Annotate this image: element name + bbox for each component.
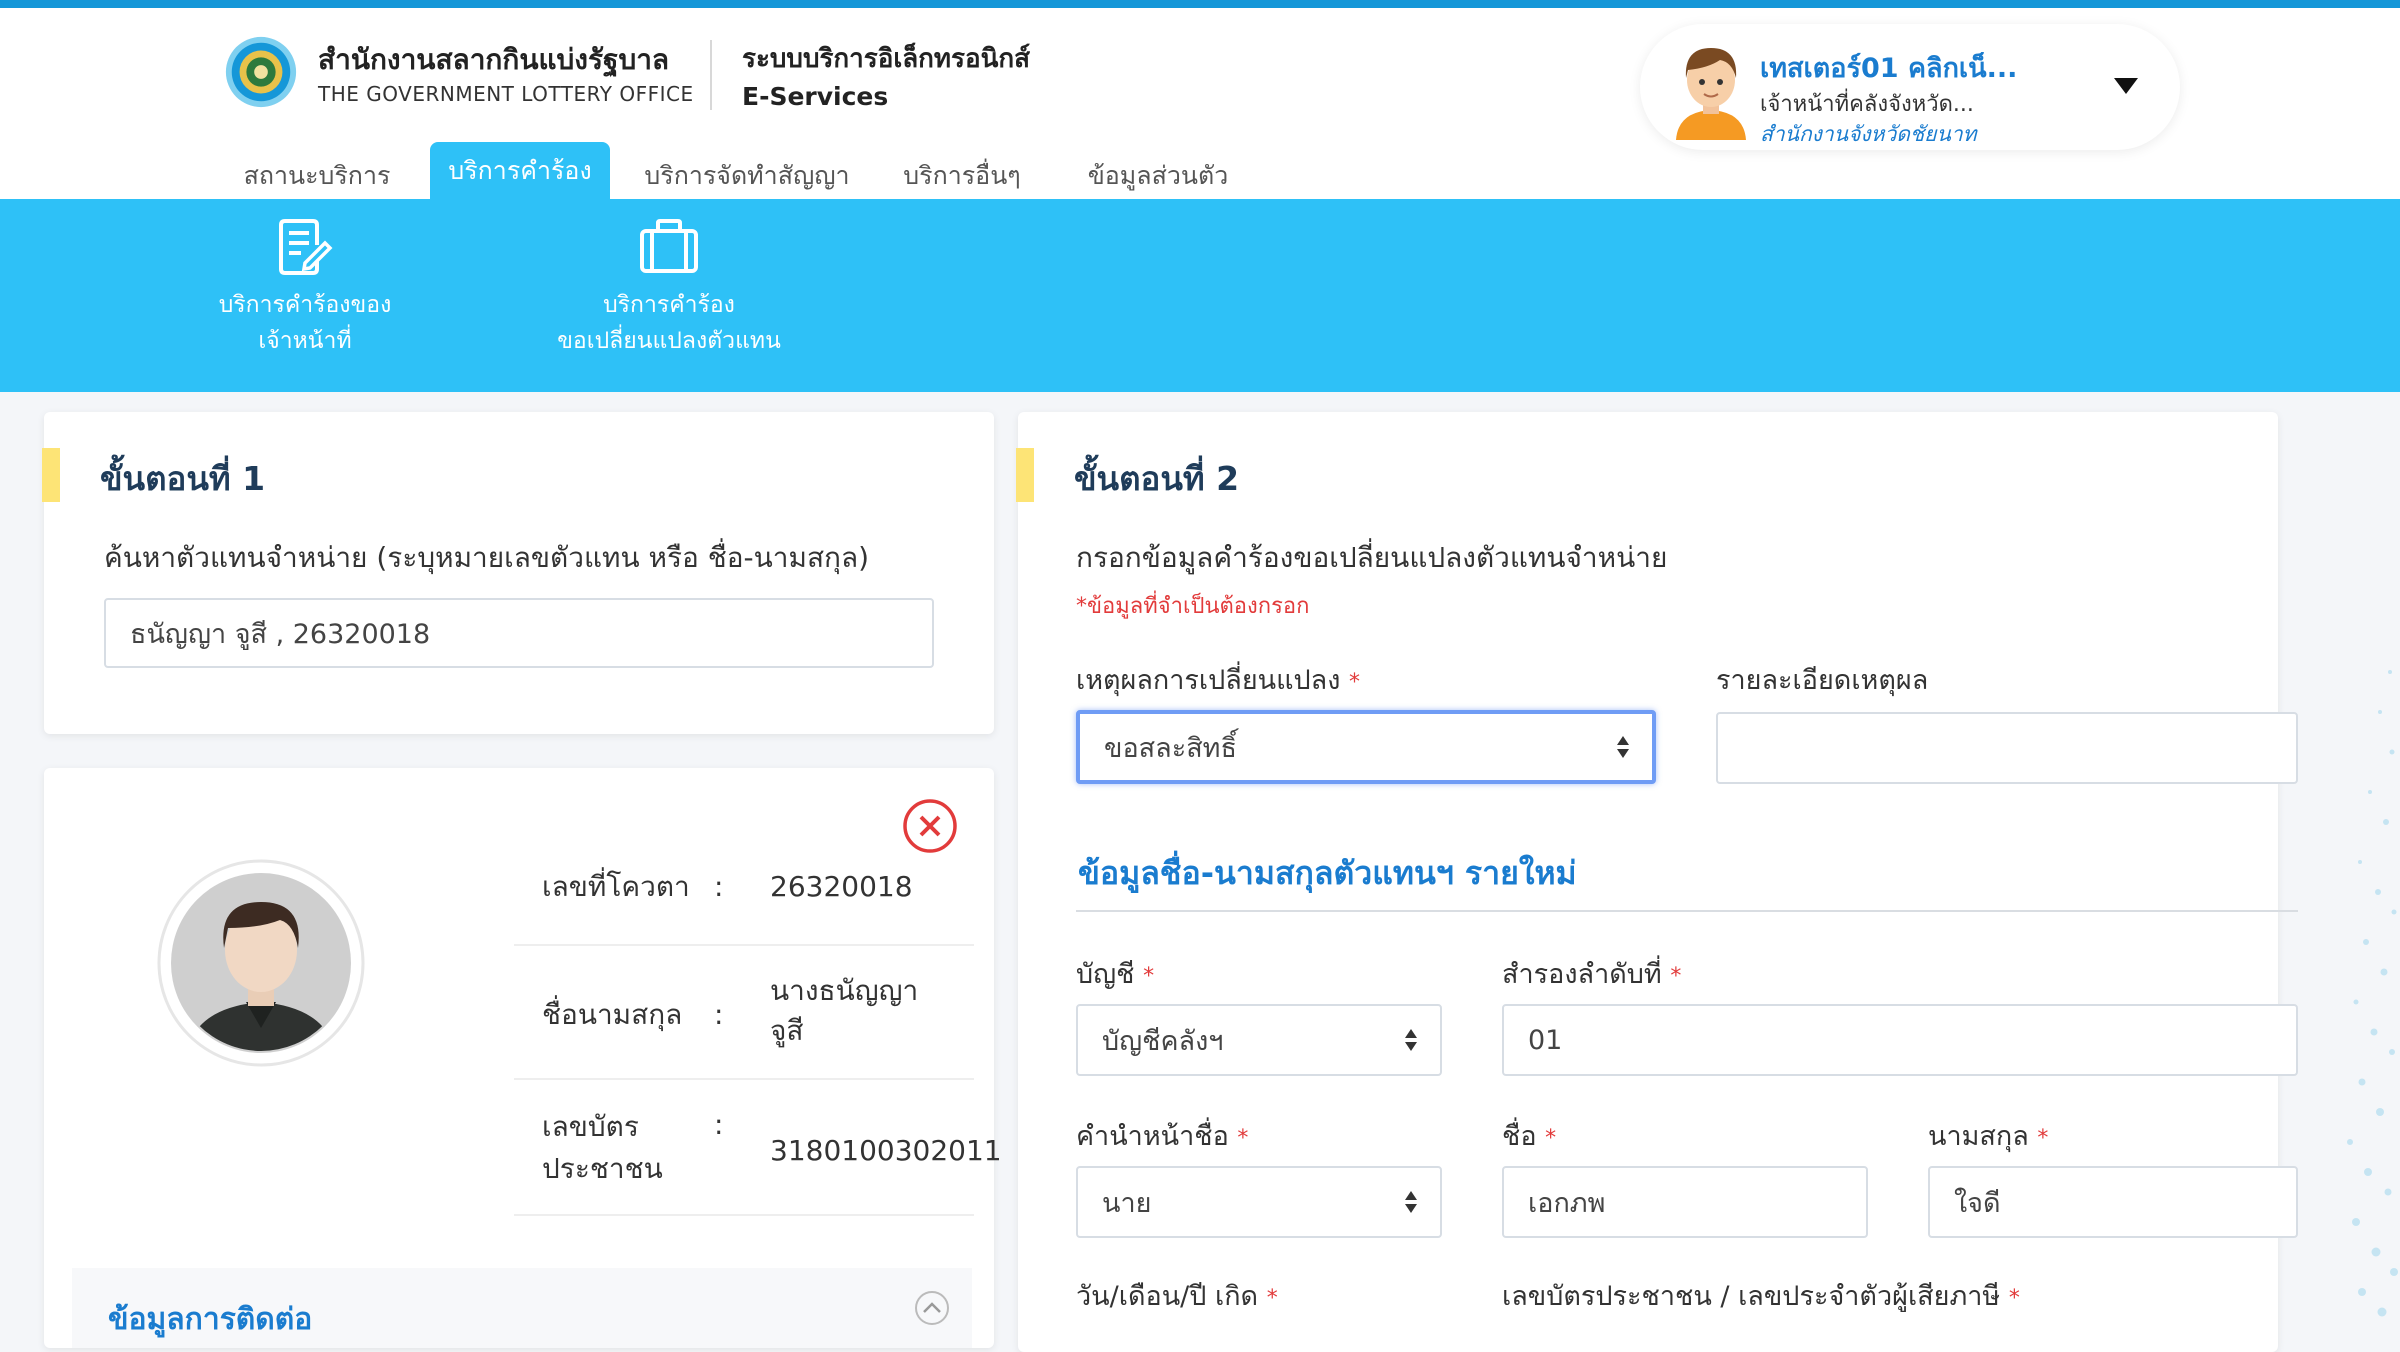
system-name-thai: ระบบบริการอิเล็กทรอนิกส์ — [742, 44, 1030, 74]
name-label: ชื่อนามสกุล — [542, 998, 683, 1031]
account-select-value: บัญชีคลังฯ — [1102, 1025, 1224, 1057]
reserve-order-input[interactable]: 01 — [1502, 1004, 2298, 1076]
prefix-label-text: คำนำหน้าชื่อ — [1076, 1121, 1229, 1152]
firstname-input[interactable]: เอกภพ — [1502, 1166, 1868, 1238]
header-divider — [710, 40, 712, 110]
org-name-thai: สำนักงานสลากกินแบ่งรัฐบาล — [318, 43, 670, 76]
reason-select[interactable]: ขอสละสิทธิ์ — [1076, 710, 1656, 784]
sub-navigation: บริการคำร้องของ เจ้าหน้าที่ บริการคำร้อง… — [0, 199, 2400, 392]
account-label-text: บัญชี — [1076, 959, 1135, 990]
system-name-english: E-Services — [742, 82, 889, 111]
user-avatar — [1676, 48, 1746, 140]
chevron-up-icon[interactable] — [914, 1290, 950, 1326]
idcard-colon: : — [714, 1108, 724, 1141]
step2-card: ขั้นตอนที่ 2 กรอกข้อมูลคำร้องขอเปลี่ยนแป… — [1016, 412, 2298, 1352]
firstname-label-text: ชื่อ — [1502, 1121, 1537, 1152]
prefix-select-value: นาย — [1102, 1187, 1152, 1219]
new-agent-section-title: ข้อมูลชื่อ-นามสกุลตัวแทนฯ รายใหม่ — [1078, 854, 1577, 892]
contact-title: ข้อมูลการติดต่อ — [108, 1302, 313, 1337]
chevron-down-icon[interactable] — [2108, 70, 2144, 100]
user-office: สำนักงานจังหวัดชัยนาท — [1760, 122, 1977, 146]
idcard-tax-required-mark: * — [2008, 1286, 2020, 1311]
prefix-select[interactable]: นาย — [1076, 1166, 1442, 1238]
agent-info-card: เลขที่โควตา : 26320018 ชื่อนามสกุล : นาง… — [44, 768, 1002, 1348]
step1-card: ขั้นตอนที่ 1 ค้นหาตัวแทนจำหน่าย (ระบุหมา… — [42, 412, 994, 734]
section-divider — [1076, 910, 2298, 912]
quota-label: เลขที่โควตา — [542, 870, 690, 903]
step1-marker — [42, 448, 60, 502]
prefix-required-mark: * — [1237, 1126, 1249, 1151]
search-label: ค้นหาตัวแทนจำหน่าย (ระบุหมายเลขตัวแทน หร… — [104, 541, 870, 574]
name-colon: : — [714, 998, 724, 1031]
subnav-change-agent-line2: ขอเปลี่ยนแปลงตัวแทน — [557, 328, 781, 354]
idcard-value: 3180100302011 — [770, 1134, 1002, 1167]
contact-section-header[interactable]: ข้อมูลการติดต่อ — [72, 1268, 972, 1348]
lastname-label: นามสกุล * — [1928, 1114, 2048, 1157]
idcard-row: เลขบัตร ประชาชน : 3180100302011 — [514, 1082, 1002, 1216]
quota-colon: : — [714, 870, 724, 903]
dob-label: วัน/เดือน/ปี เกิด * — [1076, 1274, 1278, 1317]
tab-service-status[interactable]: สถานะบริการ — [222, 152, 412, 200]
name-row: ชื่อนามสกุล : นางธนัญญา จูสี — [514, 948, 974, 1080]
subnav-staff-petition[interactable]: บริการคำร้องของ เจ้าหน้าที่ — [200, 217, 410, 359]
tab-other-services[interactable]: บริการอื่นๆ — [882, 152, 1042, 200]
step2-marker — [1016, 448, 1034, 502]
briefcase-icon — [640, 219, 698, 273]
select-arrows-icon — [1405, 1191, 1417, 1213]
user-profile-card[interactable]: เทสเตอร์01 คลิกเน็... เจ้าหน้าที่คลังจัง… — [1640, 24, 2180, 150]
reason-select-value: ขอสละสิทธิ์ — [1104, 732, 1237, 764]
dob-label-text: วัน/เดือน/ปี เกิด — [1076, 1281, 1259, 1312]
lottery-office-logo — [225, 36, 297, 108]
reason-required-mark: * — [1349, 670, 1360, 695]
tab-contract-services[interactable]: บริการจัดทำสัญญา — [632, 152, 862, 200]
step2-subtitle: กรอกข้อมูลคำร้องขอเปลี่ยนแปลงตัวแทนจำหน่… — [1076, 541, 1668, 574]
document-edit-icon — [279, 219, 333, 275]
quota-row: เลขที่โควตา : 26320018 — [514, 828, 974, 946]
header: สำนักงานสลากกินแบ่งรัฐบาล THE GOVERNMENT… — [0, 8, 2400, 200]
step1-title: ขั้นตอนที่ 1 — [100, 459, 266, 498]
subnav-change-agent-line1: บริการคำร้อง — [603, 292, 735, 318]
idcard-label-line2: ประชาชน — [542, 1152, 663, 1185]
lastname-required-mark: * — [2037, 1126, 2049, 1151]
reserve-label-text: สำรองลำดับที่ — [1502, 959, 1662, 990]
reserve-label: สำรองลำดับที่ * — [1502, 952, 1681, 995]
lastname-input[interactable]: ใจดี — [1928, 1166, 2298, 1238]
select-arrows-icon — [1405, 1029, 1417, 1051]
top-accent-line — [0, 0, 2400, 8]
step2-title: ขั้นตอนที่ 2 — [1074, 459, 1240, 498]
idcard-tax-label-text: เลขบัตรประชาชน / เลขประจำตัวผู้เสียภาษี — [1502, 1281, 2001, 1312]
subnav-staff-petition-line2: เจ้าหน้าที่ — [258, 328, 352, 354]
name-value-line1: นางธนัญญา — [770, 974, 919, 1007]
reserve-required-mark: * — [1670, 964, 1682, 989]
subnav-staff-petition-line1: บริการคำร้องของ — [218, 292, 392, 318]
agent-search-input[interactable]: ธนัญญา จูสี , 26320018 — [104, 598, 934, 668]
reason-detail-input[interactable] — [1716, 712, 2298, 784]
decorative-dot-pattern — [2347, 670, 2398, 1317]
user-role: เจ้าหน้าที่คลังจังหวัด... — [1760, 92, 1974, 117]
name-value-line2: จูสี — [770, 1014, 804, 1047]
required-note: *ข้อมูลที่จำเป็นต้องกรอก — [1076, 594, 1310, 619]
select-arrows-icon — [1617, 736, 1629, 758]
agent-photo — [157, 859, 365, 1067]
firstname-label: ชื่อ * — [1502, 1114, 1556, 1157]
prefix-label: คำนำหน้าชื่อ * — [1076, 1114, 1248, 1157]
reason-label: เหตุผลการเปลี่ยนแปลง * — [1076, 658, 1360, 701]
idcard-tax-label: เลขบัตรประชาชน / เลขประจำตัวผู้เสียภาษี … — [1502, 1274, 2020, 1317]
org-name-english: THE GOVERNMENT LOTTERY OFFICE — [318, 82, 694, 106]
account-select[interactable]: บัญชีคลังฯ — [1076, 1004, 1442, 1076]
dob-required-mark: * — [1266, 1286, 1278, 1311]
firstname-required-mark: * — [1545, 1126, 1557, 1151]
tab-petition-services[interactable]: บริการคำร้อง — [430, 142, 610, 200]
tab-profile[interactable]: ข้อมูลส่วนตัว — [1068, 152, 1248, 200]
quota-value: 26320018 — [770, 870, 913, 903]
user-name[interactable]: เทสเตอร์01 คลิกเน็... — [1760, 46, 2017, 89]
idcard-label-line1: เลขบัตร — [542, 1110, 639, 1143]
lastname-label-text: นามสกุล — [1928, 1121, 2029, 1152]
reason-detail-label: รายละเอียดเหตุผล — [1716, 665, 1929, 696]
account-label: บัญชี * — [1076, 952, 1154, 995]
subnav-change-agent-petition[interactable]: บริการคำร้อง ขอเปลี่ยนแปลงตัวแทน — [546, 217, 792, 359]
reason-label-text: เหตุผลการเปลี่ยนแปลง — [1076, 665, 1341, 696]
account-required-mark: * — [1143, 964, 1155, 989]
